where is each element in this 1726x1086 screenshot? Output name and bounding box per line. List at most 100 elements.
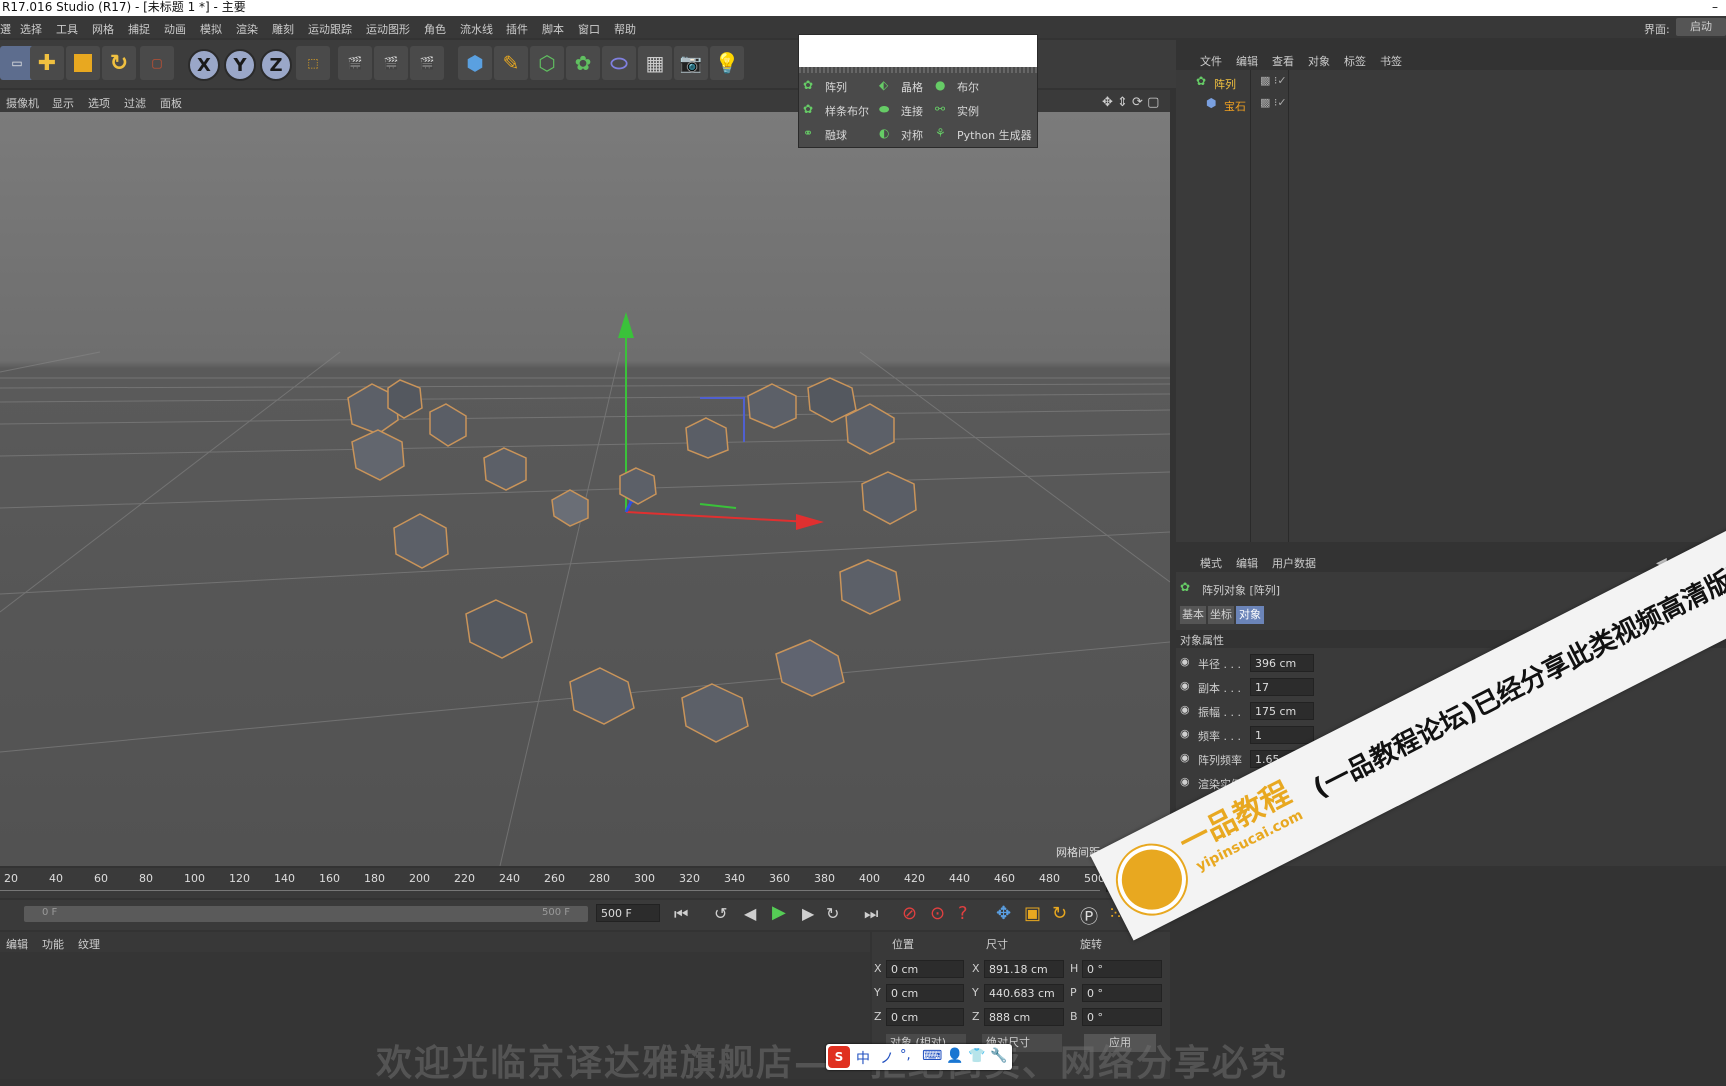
menu-item[interactable]: 模拟 (200, 21, 222, 37)
end-frame-field[interactable]: 500 F (596, 904, 660, 922)
rot-h-field[interactable]: 0 ° (1082, 960, 1162, 978)
pen-icon[interactable]: ✎ (494, 46, 528, 80)
popup-search-field[interactable] (799, 35, 1037, 67)
om-object-name[interactable]: 宝石 (1224, 98, 1246, 114)
viewport-menu-item[interactable]: 过滤 (124, 95, 146, 111)
ime-punct-icon[interactable]: °, (900, 1048, 911, 1063)
menu-item[interactable]: 角色 (424, 21, 446, 37)
menu-item[interactable]: 雕刻 (272, 21, 294, 37)
radio-icon[interactable]: ◉ (1180, 703, 1190, 716)
deformer-icon[interactable]: ⬭ (602, 46, 636, 80)
visibility-icon[interactable]: ▩ ⁝✓ (1260, 96, 1287, 109)
menu-item[interactable]: 选择 (20, 21, 42, 37)
menu-item[interactable]: 插件 (506, 21, 528, 37)
size-y-field[interactable]: 440.683 cm (984, 984, 1064, 1002)
scale-tool-icon[interactable] (66, 46, 100, 80)
render-settings-icon[interactable]: 🎬 (410, 46, 444, 80)
om-tab[interactable]: 编辑 (1236, 53, 1258, 69)
user-icon[interactable]: 👤 (946, 1048, 963, 1064)
render-picture-viewer-icon[interactable]: 🎬 (374, 46, 408, 80)
popup-item-spline-boole[interactable]: ✿ 样条布尔 (803, 99, 879, 121)
radio-icon[interactable]: ◉ (1180, 655, 1190, 668)
popup-item-connect[interactable]: ⬬ 连接 (879, 99, 935, 121)
viewport-menu-item[interactable]: 摄像机 (6, 95, 39, 111)
minimize-button[interactable]: – (1712, 0, 1718, 14)
om-object-name[interactable]: 阵列 (1214, 76, 1236, 92)
viewport-menu-item[interactable]: 显示 (52, 95, 74, 111)
step-back-icon[interactable]: ◀ (744, 904, 756, 923)
popup-item-boole[interactable]: ● 布尔 (935, 75, 1035, 97)
y-axis-lock-button[interactable]: Y (224, 49, 256, 81)
timeline-ruler[interactable]: 20 40 60 80 100 120 140 160 180 200 220 240 260 280 30… (0, 868, 1170, 898)
am-tab[interactable]: 用户数据 (1272, 555, 1316, 571)
rot-p-field[interactable]: 0 ° (1082, 984, 1162, 1002)
autokey-icon[interactable]: ⊙ (930, 903, 945, 924)
om-tab[interactable]: 对象 (1308, 53, 1330, 69)
am-subtab-coord[interactable]: 坐标 (1208, 606, 1234, 624)
menu-item[interactable]: 网格 (92, 21, 114, 37)
popup-item-array[interactable]: ✿ 阵列 (803, 75, 879, 97)
camera-icon[interactable]: 📷 (674, 46, 708, 80)
viewport-nav-icons[interactable]: ✥ ⇕ ⟳ ▢ (1102, 95, 1159, 110)
viewport-menu-item[interactable]: 面板 (160, 95, 182, 111)
ime-mode[interactable]: 中 (856, 1048, 870, 1068)
menu-item[interactable]: 窗口 (578, 21, 600, 37)
key-rotation-icon[interactable]: ↻ (1052, 903, 1067, 924)
pos-z-field[interactable]: 0 cm (886, 1008, 964, 1026)
render-view-icon[interactable]: 🎬 (338, 46, 372, 80)
popup-drag-handle[interactable] (799, 67, 1037, 73)
menu-item[interactable]: 流水线 (460, 21, 493, 37)
menu-item[interactable]: 渲染 (236, 21, 258, 37)
play-icon[interactable]: ▶ (772, 902, 786, 923)
visibility-icon[interactable]: ▩ ⁝✓ (1260, 74, 1287, 87)
copies-field[interactable]: 17 (1250, 678, 1314, 696)
key-position-icon[interactable]: ✥ (996, 903, 1011, 924)
keyboard-icon[interactable]: ⌨ (922, 1048, 942, 1064)
popup-item-instance[interactable]: ⚯ 实例 (935, 99, 1035, 121)
size-x-field[interactable]: 891.18 cm (984, 960, 1064, 978)
floor-icon[interactable]: ▦ (638, 46, 672, 80)
x-axis-lock-button[interactable]: X (188, 49, 220, 81)
material-menu-item[interactable]: 编辑 (6, 936, 28, 952)
size-z-field[interactable]: 888 cm (984, 1008, 1064, 1026)
menu-item[interactable]: 捕捉 (128, 21, 150, 37)
popup-item-symmetry[interactable]: ◐ 对称 (879, 123, 935, 145)
material-menu-item[interactable]: 功能 (42, 936, 64, 952)
keyframe-selection-icon[interactable]: ? (958, 903, 968, 924)
interface-select[interactable]: 启动 (1676, 18, 1726, 36)
pos-y-field[interactable]: 0 cm (886, 984, 964, 1002)
am-tab[interactable]: 编辑 (1236, 555, 1258, 571)
key-param-icon[interactable]: Ⓟ (1080, 903, 1098, 929)
record-icon[interactable]: ⊘ (902, 903, 917, 924)
rotate-tool-icon[interactable]: ↻ (102, 46, 136, 80)
z-axis-lock-button[interactable]: Z (260, 49, 292, 81)
step-back-key-icon[interactable]: ↺ (714, 904, 727, 923)
popup-item-lattice[interactable]: ⬖ 晶格 (879, 75, 935, 97)
array-generator-icon[interactable]: ✿ (566, 46, 600, 80)
step-forward-icon[interactable]: ▶ (802, 904, 814, 923)
step-forward-key-icon[interactable]: ↻ (826, 904, 839, 923)
om-tab[interactable]: 查看 (1272, 53, 1294, 69)
radio-icon[interactable]: ◉ (1180, 727, 1190, 740)
go-to-start-icon[interactable]: ⏮ (674, 904, 688, 924)
move-tool-icon[interactable]: ✚ (30, 46, 64, 80)
pos-x-field[interactable]: 0 cm (886, 960, 964, 978)
menu-item[interactable]: 脚本 (542, 21, 564, 37)
sogou-logo-icon[interactable]: S (828, 1046, 850, 1068)
am-subtab-object[interactable]: 对象 (1236, 606, 1264, 624)
menu-item[interactable]: 選 (0, 21, 11, 37)
menu-item[interactable]: 工具 (56, 21, 78, 37)
tools-icon[interactable]: 🔧 (990, 1048, 1007, 1064)
radio-icon[interactable]: ◉ (1180, 679, 1190, 692)
amplitude-field[interactable]: 175 cm (1250, 702, 1314, 720)
radius-field[interactable]: 396 cm (1250, 654, 1314, 672)
ime-moon-icon[interactable]: ノ (880, 1048, 894, 1068)
menu-item[interactable]: 帮助 (614, 21, 636, 37)
light-icon[interactable]: 💡 (710, 46, 744, 80)
am-subtab-basic[interactable]: 基本 (1180, 606, 1206, 624)
skin-icon[interactable]: 👕 (968, 1048, 985, 1064)
3d-viewport[interactable]: 网格间距 : 100 cm (0, 112, 1170, 866)
menu-item[interactable]: 运动跟踪 (308, 21, 352, 37)
popup-item-metaball[interactable]: ⚭ 融球 (803, 123, 879, 145)
go-to-end-icon[interactable]: ⏭ (864, 904, 878, 924)
